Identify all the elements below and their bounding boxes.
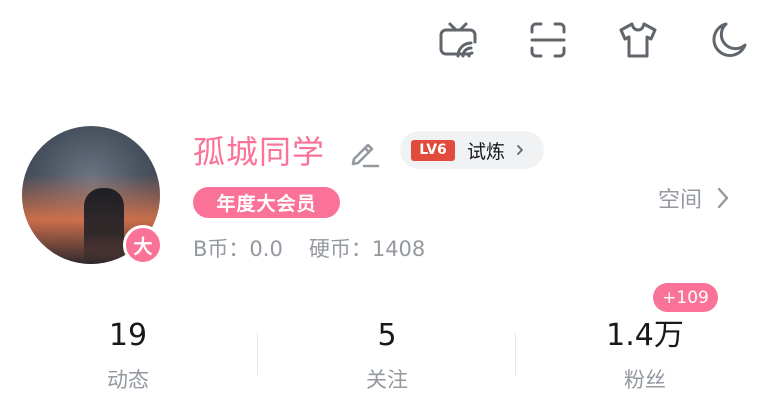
scan-icon[interactable] — [524, 16, 572, 64]
level-name: 试炼 — [467, 140, 506, 163]
vip-badge[interactable]: 年度大会员 — [193, 187, 340, 218]
space-link[interactable]: 空间 — [658, 181, 730, 215]
stat-label: 粉丝 — [624, 368, 666, 392]
level-badge: LV6 — [411, 139, 455, 161]
stat-fans[interactable]: 1.4万 粉丝 — [555, 315, 735, 395]
space-label: 空间 — [658, 188, 703, 213]
hard-coin-value: 1408 — [371, 237, 426, 261]
vip-avatar-badge: 大 — [123, 225, 163, 265]
chevron-right-icon — [717, 187, 729, 209]
stat-label: 关注 — [366, 368, 408, 392]
stat-following[interactable]: 5 关注 — [297, 315, 477, 395]
chevron-right-icon — [517, 145, 523, 155]
b-coin-label: B币： — [193, 237, 250, 261]
top-toolbar — [0, 16, 761, 64]
stat-value: 19 — [108, 318, 148, 353]
stat-label: 动态 — [107, 368, 149, 392]
tshirt-icon[interactable] — [614, 16, 662, 64]
level-button[interactable]: LV6 试炼 — [400, 131, 544, 169]
hard-coin-label: 硬币： — [308, 237, 372, 261]
divider — [257, 333, 258, 375]
stat-value: 5 — [377, 318, 397, 353]
stat-dynamics[interactable]: 19 动态 — [38, 315, 218, 395]
avatar-figure — [84, 188, 124, 264]
b-coin-value: 0.0 — [249, 237, 283, 261]
stat-value: 1.4万 — [606, 318, 684, 353]
tv-cast-icon[interactable] — [434, 16, 482, 64]
username[interactable]: 孤城同学 — [193, 130, 325, 174]
moon-icon[interactable] — [704, 16, 752, 64]
coin-balance: B币：0.0 硬币：1408 — [193, 232, 425, 266]
divider — [515, 333, 516, 375]
fans-new-badge: +109 — [653, 283, 718, 312]
edit-icon[interactable] — [346, 134, 382, 170]
